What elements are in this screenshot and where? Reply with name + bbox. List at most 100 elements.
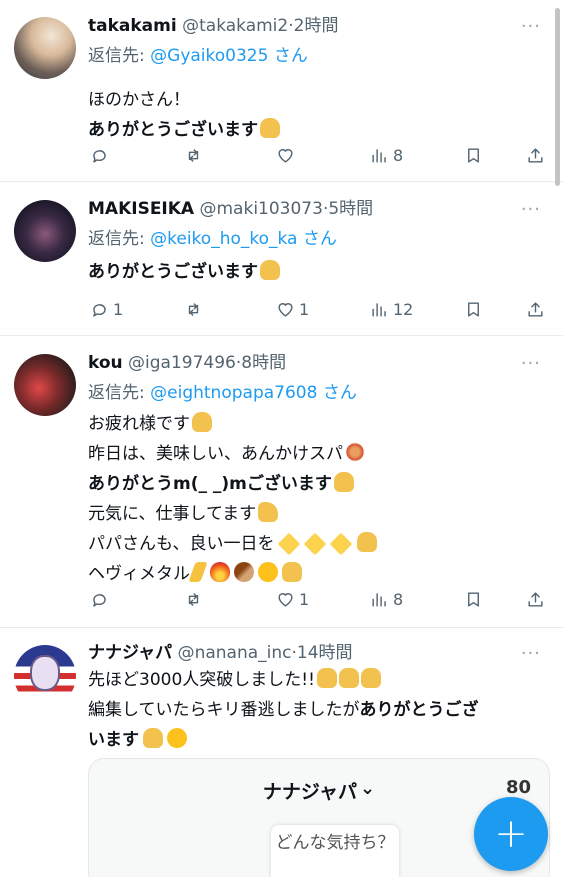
- reply-button[interactable]: [90, 587, 113, 611]
- tweet-1[interactable]: takakami @takakami2·2時間 ··· 返信先: @Gyaiko…: [0, 0, 563, 182]
- tweet-line: お疲れ様です: [88, 409, 377, 439]
- raising-hands-emoji-icon: [316, 668, 337, 688]
- user-handle[interactable]: @maki103073: [200, 199, 323, 219]
- display-name[interactable]: ナナジャパ: [88, 643, 172, 663]
- pray-emoji-icon: [356, 532, 377, 552]
- display-name[interactable]: takakami: [88, 16, 177, 36]
- tweet-line: 昨日は、美味しい、あんかけスパ: [88, 439, 377, 469]
- avatar-kou[interactable]: [14, 354, 76, 416]
- more-options-button[interactable]: ···: [521, 645, 541, 663]
- tweet-text: 先ほど3000人突破しました!! 編集していたらキリ番逃しましたがありがとうござ…: [88, 665, 479, 755]
- card-prompt: どんな気持ち？: [271, 825, 399, 877]
- tweet-text: ほのかさん！ ありがとうございます: [88, 85, 280, 145]
- reply-icon: [93, 149, 106, 163]
- user-handle[interactable]: @iga197496: [128, 353, 236, 373]
- tweet-text: お疲れ様です 昨日は、美味しい、あんかけスパ ありがとうm(_ _)mございます…: [88, 409, 377, 589]
- card-title: ナナジャパ ⌄: [89, 777, 549, 804]
- tweet-line-text: お疲れ様です: [88, 414, 190, 434]
- pray-emoji-icon: [260, 118, 280, 138]
- avatar-makiseika[interactable]: [14, 200, 76, 262]
- tweet-line: ヘヴィメタル: [88, 559, 377, 589]
- pray-emoji-icon: [260, 260, 280, 280]
- reply-button[interactable]: 1: [90, 297, 123, 321]
- pray-emoji-icon: [192, 412, 212, 432]
- retweet-icon: [188, 148, 199, 162]
- views-button[interactable]: 8: [370, 143, 403, 167]
- user-handle[interactable]: @takakami2: [182, 16, 288, 36]
- retweet-button[interactable]: [184, 297, 207, 321]
- views-button[interactable]: 8: [370, 587, 403, 611]
- tweet-header: ナナジャパ @nanana_inc·14時間: [88, 641, 353, 665]
- reply-handle[interactable]: @keiko_ho_ko_ka さん: [150, 229, 337, 249]
- like-button[interactable]: 1: [276, 297, 309, 321]
- timestamp[interactable]: 14時間: [297, 643, 353, 663]
- plus-icon: +: [494, 811, 528, 857]
- reply-to: 返信先: @Gyaiko0325 さん: [88, 44, 308, 68]
- compose-button[interactable]: +: [474, 797, 548, 871]
- more-options-button[interactable]: ···: [521, 201, 541, 219]
- reply-count: 1: [113, 299, 124, 319]
- avatar-takakami[interactable]: [14, 17, 76, 79]
- tweet-line-text: ありがとうございます: [88, 262, 258, 282]
- card-right-label: 80: [505, 777, 531, 798]
- tweet-header: kou @iga197496·8時間: [88, 351, 286, 375]
- sparkles-emoji-icon: [329, 532, 352, 556]
- timestamp[interactable]: 8時間: [241, 353, 286, 373]
- display-name[interactable]: MAKISEIKA: [88, 199, 194, 219]
- like-button[interactable]: 1: [276, 587, 309, 611]
- tweet-3[interactable]: kou @iga197496·8時間 ··· 返信先: @eightnopapa…: [0, 337, 563, 628]
- scrollbar[interactable]: [555, 8, 560, 186]
- user-handle[interactable]: @nanana_inc: [178, 643, 292, 663]
- reply-handle[interactable]: @Gyaiko0325 さん: [150, 46, 308, 66]
- share-button[interactable]: [526, 297, 545, 321]
- more-options-button[interactable]: ···: [521, 18, 541, 36]
- guitar-emoji-icon: [234, 562, 254, 582]
- tweet-line: 編集していたらキリ番逃しましたがありがとうござ: [88, 695, 479, 725]
- reply-label: 返信先:: [88, 229, 145, 249]
- action-bar: 1 8: [88, 587, 550, 611]
- star-struck-emoji-icon: [258, 562, 278, 582]
- share-icon: [528, 591, 543, 607]
- like-count: 1: [299, 589, 310, 609]
- fire-emoji-icon: [210, 562, 230, 582]
- avatar-nanajapa[interactable]: [14, 645, 76, 707]
- tweet-line: パパさんも、良い一日を: [88, 529, 377, 559]
- chevron-down-icon: ⌄: [359, 778, 376, 799]
- timestamp[interactable]: 2時間: [294, 16, 339, 36]
- heart-icon: [278, 302, 293, 317]
- pensive-face-emoji-icon: [167, 728, 187, 748]
- tweet-2[interactable]: MAKISEIKA @maki103073·5時間 ··· 返信先: @keik…: [0, 183, 563, 336]
- bookmark-icon: [468, 301, 479, 317]
- share-button[interactable]: [526, 143, 545, 167]
- share-icon: [528, 147, 543, 163]
- view-count: 8: [393, 589, 404, 609]
- raising-hands-emoji-icon: [338, 668, 359, 688]
- share-icon: [528, 301, 543, 317]
- display-name[interactable]: kou: [88, 353, 123, 373]
- tweet-line-text: ありがとうございます: [88, 120, 258, 140]
- tweet-line-text: 元気に、仕事してます: [88, 504, 257, 524]
- retweet-button[interactable]: [184, 587, 207, 611]
- bookmark-button[interactable]: [464, 587, 483, 611]
- bookmark-button[interactable]: [464, 143, 483, 167]
- bookmark-button[interactable]: [464, 297, 483, 321]
- timestamp[interactable]: 5時間: [328, 199, 373, 219]
- views-button[interactable]: 12: [370, 297, 413, 321]
- reply-label: 返信先:: [88, 46, 145, 66]
- like-count: 1: [299, 299, 310, 319]
- pray-emoji-icon: [143, 728, 163, 748]
- reply-handle[interactable]: @eightnopapa7608 さん: [150, 383, 357, 403]
- tweet-line-text: 昨日は、美味しい、あんかけスパ: [88, 444, 343, 464]
- tweet-line-text: 編集していたらキリ番逃しましたが: [88, 700, 360, 720]
- sparkles-emoji-icon: [277, 532, 300, 556]
- share-button[interactable]: [526, 587, 545, 611]
- tweet-line: ありがとうございます: [88, 115, 280, 145]
- views-icon: [372, 302, 386, 317]
- raising-hands-emoji-icon: [360, 668, 381, 688]
- action-bar: 1 1 12: [88, 297, 550, 321]
- reply-button[interactable]: [90, 143, 113, 167]
- tweet-line: 元気に、仕事してます: [88, 499, 377, 529]
- more-options-button[interactable]: ···: [521, 355, 541, 373]
- like-button[interactable]: [276, 143, 299, 167]
- retweet-button[interactable]: [184, 143, 207, 167]
